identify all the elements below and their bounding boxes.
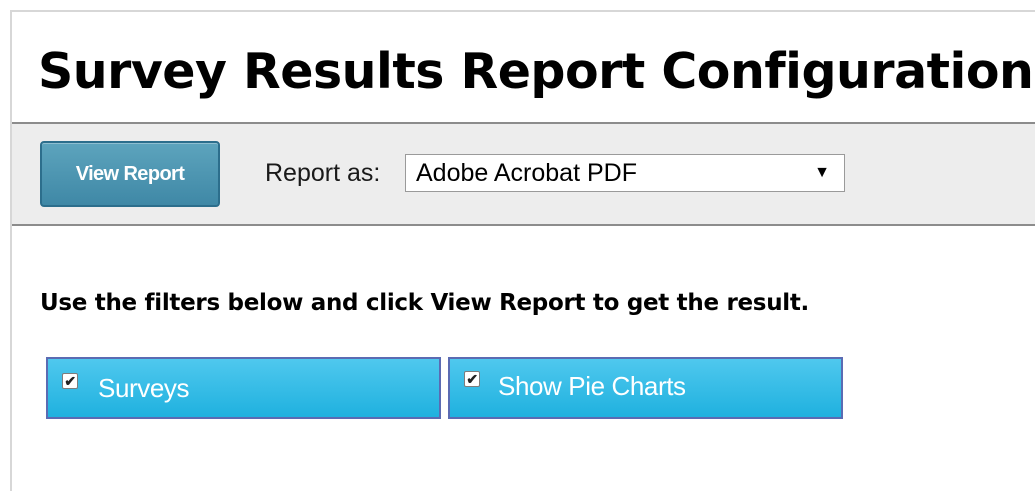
toolbar: View Report Report as: Adobe Acrobat PDF… (12, 122, 1035, 226)
filter-show-pie-charts[interactable]: ✔ Show Pie Charts (448, 357, 843, 419)
show-pie-charts-checkbox-icon[interactable]: ✔ (464, 371, 480, 387)
surveys-checkbox-icon[interactable]: ✔ (62, 373, 78, 389)
report-format-value: Adobe Acrobat PDF (416, 159, 637, 187)
filter-label: Surveys (98, 373, 190, 403)
report-as-label: Report as: (265, 159, 381, 187)
filter-surveys[interactable]: ✔ Surveys (46, 357, 441, 419)
filter-label: Show Pie Charts (498, 371, 686, 401)
report-config-panel: Survey Results Report Configuration View… (10, 10, 1035, 491)
report-format-select[interactable]: Adobe Acrobat PDF ▼ (405, 154, 845, 192)
dropdown-arrow-icon: ▼ (814, 164, 830, 181)
page-title: Survey Results Report Configuration (38, 43, 1034, 100)
instructions-text: Use the filters below and click View Rep… (40, 290, 809, 316)
view-report-button[interactable]: View Report (40, 141, 220, 207)
